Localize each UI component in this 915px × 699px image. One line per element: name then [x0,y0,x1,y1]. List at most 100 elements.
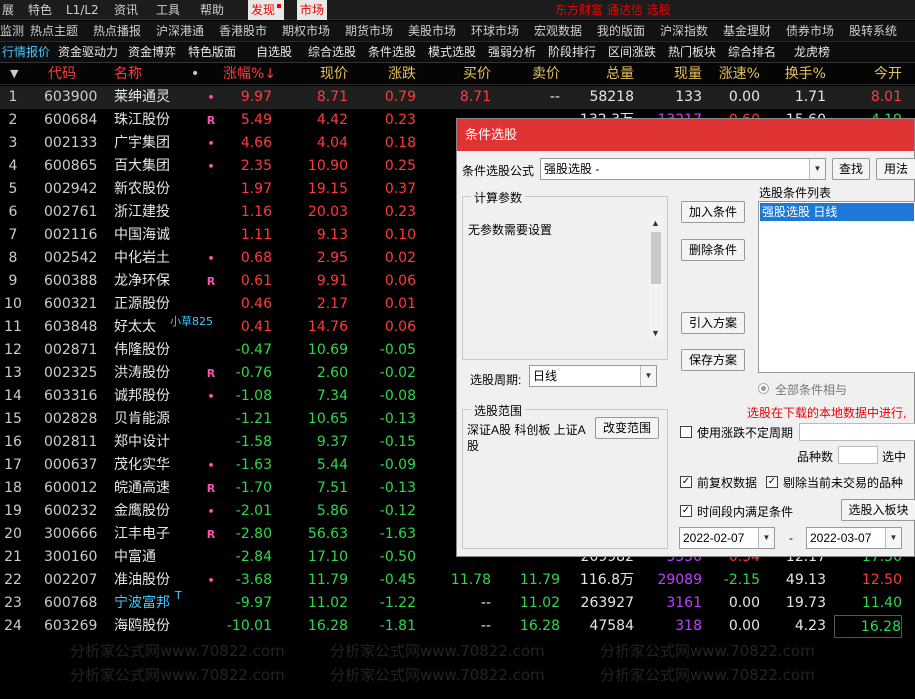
tab-zonghexuangu[interactable]: 综合选股 [308,43,356,62]
topic-item[interactable]: 沪深港通 [156,21,204,42]
delete-condition-button[interactable]: 删除条件 [681,239,745,261]
menu-item-shichang[interactable]: 市场 [297,0,328,20]
menu-item-gongju[interactable]: 工具 [156,0,180,20]
row-index: 2 [8,112,18,128]
dialog-title: 条件选股 [457,119,914,151]
menu-item-tese[interactable]: 特色 [28,0,52,20]
change-scope-button[interactable]: 改变范围 [595,417,659,439]
col-header-speed[interactable]: 涨速% [706,63,760,85]
row-index: 16 [4,434,22,450]
current-price: 16.28 [307,618,348,634]
usage-button[interactable]: 用法 [876,158,915,180]
tab-hangqing[interactable]: 行情报价 [2,43,50,62]
date-from-picker[interactable]: 2022-02-07 ▼ [679,527,775,549]
to-block-button[interactable]: 选股入板块 [841,499,915,521]
period-label: 选股周期: [470,373,522,387]
date-to-picker[interactable]: 2022-03-07 ▼ [806,527,902,549]
topic-item[interactable]: 期权市场 [282,21,330,42]
tab-qujianzhangdie[interactable]: 区间涨跌 [608,43,656,62]
import-plan-button[interactable]: 引入方案 [681,312,745,334]
formula-select[interactable]: 强股选股 - ▼ [540,158,826,180]
current-price: 14.76 [307,319,348,335]
condition-list[interactable]: 强股选股 日线 [758,201,915,373]
table-row[interactable]: 22 002207 准油股份 • -3.68 11.79 -0.45 11.78 11.79 11… [0,569,915,592]
stock-name: 中富通 [114,549,156,565]
tab-zixuangu[interactable]: 自选股 [256,43,292,62]
row-index: 4 [8,158,18,174]
col-header-code[interactable]: 代码 [48,63,76,85]
params-scrollbar[interactable]: ▲ ▼ [649,216,663,340]
change-pct: -2.80 [235,526,272,542]
change-amount: -0.09 [379,457,416,473]
menu-item-l1l2[interactable]: L1/L2 [66,0,99,20]
col-header-chg[interactable]: 涨幅%↓ [214,63,276,85]
open-price: 11.40 [861,595,902,611]
tab-tesebanmian[interactable]: 特色版面 [188,43,236,62]
table-row[interactable]: 1 603900 莱绅通灵 • 9.97 8.71 0.79 8.71 -- 58218 133 0.… [0,86,915,109]
use-period-input[interactable] [799,423,915,441]
use-period-checkbox[interactable] [680,426,692,438]
topic-item[interactable]: 期货市场 [345,21,393,42]
topic-item[interactable]: 我的版面 [597,21,645,42]
current-price: 2.17 [316,296,348,312]
bid-price: 8.71 [459,89,491,105]
tab-zonghepaiming[interactable]: 综合排名 [728,43,776,62]
scroll-thumb[interactable] [651,232,661,284]
fq-checkbox[interactable]: ✓ [680,476,692,488]
topic-item[interactable]: 股转系统 [849,21,897,42]
topic-item[interactable]: 宏观数据 [534,21,582,42]
topic-item[interactable]: 美股市场 [408,21,456,42]
change-pct: -9.97 [235,595,272,611]
exclude-checkbox[interactable]: ✓ [766,476,778,488]
current-price: 8.71 [316,89,348,105]
find-button[interactable]: 查找 [832,158,870,180]
tab-longhubang[interactable]: 龙虎榜 [794,43,830,62]
topic-item[interactable]: 热点主题 [30,21,78,42]
menu-item-zhan[interactable]: 展 [2,0,14,20]
col-header-name[interactable]: 名称 [114,63,142,85]
sort-down-icon[interactable]: ▼ [10,63,18,85]
tab-tiaojianxuangu[interactable]: 条件选股 [368,43,416,62]
tab-jieduanpaihang[interactable]: 阶段排行 [548,43,596,62]
condition-list-item[interactable]: 强股选股 日线 [760,203,914,221]
topic-item[interactable]: 环球市场 [471,21,519,42]
add-condition-button[interactable]: 加入条件 [681,201,745,223]
save-plan-button[interactable]: 保存方案 [681,349,745,371]
table-row[interactable]: 24 603269 海鸥股份 -10.01 16.28 -1.81 -- 16.28 47584… [0,615,915,638]
table-row[interactable]: 23 600768 宁波富邦 -9.97 11.02 -1.22 -- 11.02 263927… [0,589,915,615]
time-range-checkbox[interactable]: ✓ [680,505,692,517]
stock-name: 伟隆股份 [114,342,170,358]
col-header-vol[interactable]: 总量 [566,63,634,85]
current-volume: 133 [675,89,702,105]
menu-item-faxian[interactable]: 发现 [248,0,285,20]
menu-item-zixun[interactable]: 资讯 [114,0,138,20]
change-amount: 0.18 [384,135,416,151]
col-header-sell[interactable]: 卖价 [496,63,560,85]
col-header-buy[interactable]: 买价 [424,63,491,85]
stock-code: 600321 [44,296,98,312]
period-select[interactable]: 日线 ▼ [529,365,657,387]
scroll-down-icon[interactable]: ▼ [651,328,660,338]
tab-zijinqudong[interactable]: 资金驱动力 [58,43,118,62]
scroll-up-icon[interactable]: ▲ [651,218,660,228]
col-header-price[interactable]: 现价 [282,63,348,85]
stock-name: 贝肯能源 [114,411,170,427]
tab-qiangruofenxi[interactable]: 强弱分析 [488,43,536,62]
topic-item[interactable]: 基金理财 [723,21,771,42]
col-header-open[interactable]: 今开 [834,63,902,85]
row-index: 8 [8,250,18,266]
tab-remenbankuai[interactable]: 热门板块 [668,43,716,62]
topic-item[interactable]: 香港股市 [219,21,267,42]
tab-zijinboyi[interactable]: 资金博弈 [128,43,176,62]
topic-item[interactable]: 热点播报 [93,21,141,42]
col-header-now[interactable]: 现量 [640,63,702,85]
topic-item[interactable]: 债券市场 [786,21,834,42]
col-header-diff[interactable]: 涨跌 [356,63,416,85]
tab-moshixuangu[interactable]: 模式选股 [428,43,476,62]
row-index: 15 [4,411,22,427]
topic-item[interactable]: 监测 [0,21,24,42]
col-header-turn[interactable]: 换手% [770,63,826,85]
topic-item[interactable]: 沪深指数 [660,21,708,42]
menu-item-bangzhu[interactable]: 帮助 [200,0,224,20]
all-conditions-radio[interactable] [758,383,769,394]
